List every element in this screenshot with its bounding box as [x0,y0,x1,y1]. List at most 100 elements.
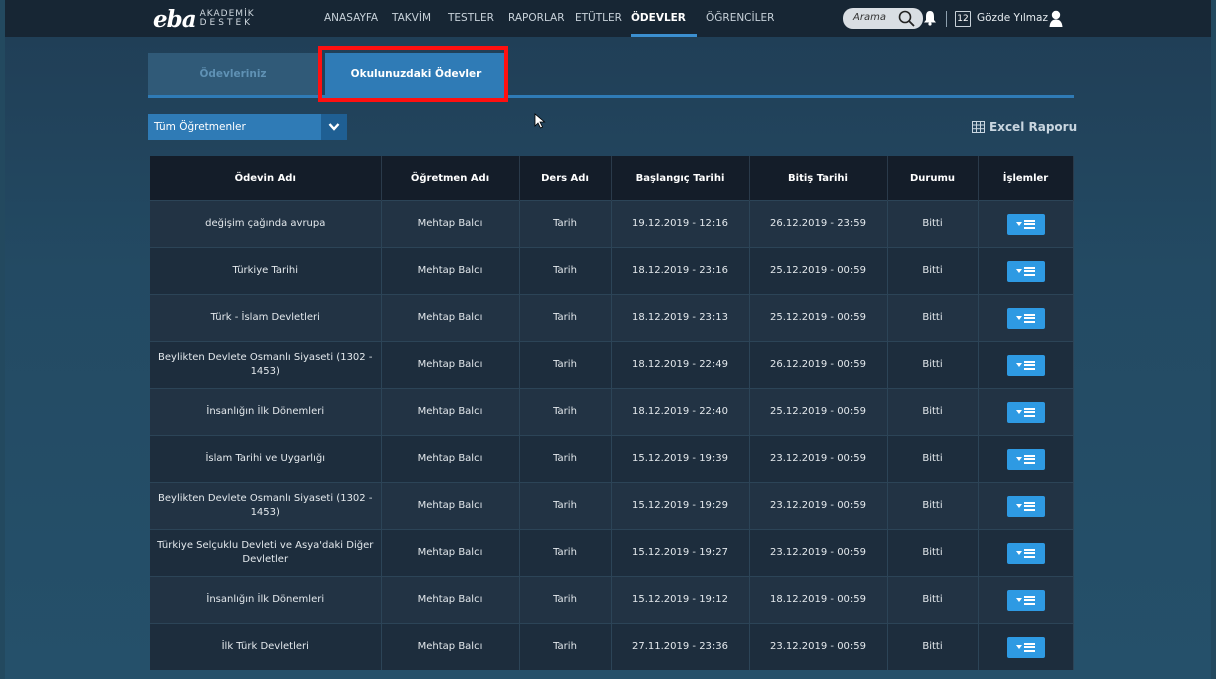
cell-ogretmen-adi: Mehtap Balcı [381,388,520,436]
cell-baslangic-tarihi: 27.11.2019 - 23:36 [611,623,750,670]
cell-ogretmen-adi: Mehtap Balcı [381,294,520,342]
table-header-row: Ödevin Adı Öğretmen Adı Ders Adı Başlang… [150,156,1074,201]
cell-bitis-tarihi: 25.12.2019 - 00:59 [749,247,888,295]
table-grid-icon [972,121,985,133]
cell-bitis-tarihi: 25.12.2019 - 00:59 [749,294,888,342]
header-odev-adi[interactable]: Ödevin Adı [150,156,382,201]
calendar-icon[interactable]: 12 [955,11,971,27]
cell-baslangic-tarihi: 15.12.2019 - 19:39 [611,435,750,483]
row-actions-button[interactable] [1006,448,1045,470]
cell-odev-adi: İlk Türk Devletleri [150,623,382,670]
cell-odev-adi: İslam Tarihi ve Uygarlığı [150,435,382,483]
search-placeholder: Arama [853,12,886,23]
cell-durumu: Bitti [887,576,979,624]
search-box[interactable]: Arama [843,8,923,29]
table-row: Beylikten Devlete Osmanlı Siyaseti (1302… [150,341,1074,389]
tab-odevleriniz[interactable]: Ödevleriniz [148,53,318,95]
cell-islemler [978,576,1074,624]
cell-durumu: Bitti [887,529,979,577]
cell-ogretmen-adi: Mehtap Balcı [381,341,520,389]
cell-islemler [978,247,1074,295]
cell-ders-adi: Tarih [519,435,612,483]
cell-durumu: Bitti [887,623,979,670]
row-actions-button[interactable] [1006,401,1045,423]
cell-odev-adi: değişim çağında avrupa [150,200,382,248]
cell-islemler [978,388,1074,436]
bell-icon[interactable] [923,10,937,26]
cell-ders-adi: Tarih [519,388,612,436]
logo-text: AKADEMİK DESTEK [200,10,255,28]
cell-durumu: Bitti [887,200,979,248]
row-actions-button[interactable] [1006,213,1045,235]
nav-takvim[interactable]: TAKVİM [392,0,431,37]
cell-odev-adi: İnsanlığın İlk Dönemleri [150,576,382,624]
cell-baslangic-tarihi: 15.12.2019 - 19:29 [611,482,750,530]
row-actions-button[interactable] [1006,354,1045,376]
cell-ogretmen-adi: Mehtap Balcı [381,200,520,248]
divider [946,11,947,27]
cell-islemler [978,200,1074,248]
cell-ders-adi: Tarih [519,294,612,342]
row-actions-button[interactable] [1006,589,1045,611]
caret-down-icon [1015,315,1022,320]
user-icon[interactable] [1049,10,1063,27]
cell-ogretmen-adi: Mehtap Balcı [381,247,520,295]
cell-ders-adi: Tarih [519,247,612,295]
table-row: Beylikten Devlete Osmanlı Siyaseti (1302… [150,482,1074,530]
row-actions-button[interactable] [1006,495,1045,517]
mouse-cursor-icon [534,113,546,129]
cell-baslangic-tarihi: 18.12.2019 - 23:13 [611,294,750,342]
cell-odev-adi: Türk - İslam Devletleri [150,294,382,342]
row-actions-button[interactable] [1006,636,1045,658]
logo[interactable]: eba AKADEMİK DESTEK [153,6,255,33]
teacher-filter-select[interactable]: Tüm Öğretmenler [148,114,347,140]
cell-odev-adi: İnsanlığın İlk Dönemleri [150,388,382,436]
search-icon[interactable] [898,10,915,27]
cell-islemler [978,341,1074,389]
caret-down-icon [1015,268,1022,273]
menu-lines-icon [1023,266,1035,276]
top-navbar: eba AKADEMİK DESTEK ANASAYFA TAKVİM TEST… [5,0,1211,37]
menu-lines-icon [1023,454,1035,464]
assignments-table: Ödevin Adı Öğretmen Adı Ders Adı Başlang… [150,156,1074,670]
cell-durumu: Bitti [887,341,979,389]
caret-down-icon [1015,409,1022,414]
nav-raporlar[interactable]: RAPORLAR [508,0,565,37]
nav-active-indicator [631,34,697,37]
excel-report-label: Excel Raporu [989,120,1078,134]
nav-etutler[interactable]: ETÜTLER [575,0,622,37]
caret-down-icon [1015,456,1022,461]
cell-ogretmen-adi: Mehtap Balcı [381,435,520,483]
table-row: değişim çağında avrupa Mehtap Balcı Tarih 1… [150,200,1074,248]
cell-ders-adi: Tarih [519,623,612,670]
caret-down-icon [1015,644,1022,649]
header-durumu[interactable]: Durumu [887,156,979,201]
cell-ogretmen-adi: Mehtap Balcı [381,482,520,530]
nav-ogrenciler[interactable]: ÖĞRENCİLER [706,0,774,37]
cell-islemler [978,435,1074,483]
row-actions-button[interactable] [1006,542,1045,564]
cell-durumu: Bitti [887,388,979,436]
nav-odevler[interactable]: ÖDEVLER [631,0,686,37]
tab-okulunuzdaki-odevler[interactable]: Okulunuzdaki Ödevler [325,53,507,95]
tab-underline [148,95,1074,98]
teacher-filter-value: Tüm Öğretmenler [154,121,246,133]
nav-testler[interactable]: TESTLER [448,0,494,37]
table-row: İlk Türk Devletleri Mehtap Balcı Tarih 27.1… [150,623,1074,670]
chevron-down-icon [328,123,340,131]
header-ogretmen-adi[interactable]: Öğretmen Adı [381,156,520,201]
header-bitis-tarihi[interactable]: Bitiş Tarihi [749,156,888,201]
row-actions-button[interactable] [1006,307,1045,329]
dropdown-toggle[interactable] [321,114,347,140]
cell-bitis-tarihi: 26.12.2019 - 00:59 [749,341,888,389]
cell-islemler [978,623,1074,670]
header-ders-adi[interactable]: Ders Adı [519,156,612,201]
menu-lines-icon [1023,313,1035,323]
excel-report-button[interactable]: Excel Raporu [972,120,1077,134]
user-name[interactable]: Gözde Yılmaz [977,0,1048,37]
cell-durumu: Bitti [887,482,979,530]
nav-anasayfa[interactable]: ANASAYFA [324,0,378,37]
cell-islemler [978,294,1074,342]
header-baslangic-tarihi[interactable]: Başlangıç Tarihi [611,156,750,201]
row-actions-button[interactable] [1006,260,1045,282]
